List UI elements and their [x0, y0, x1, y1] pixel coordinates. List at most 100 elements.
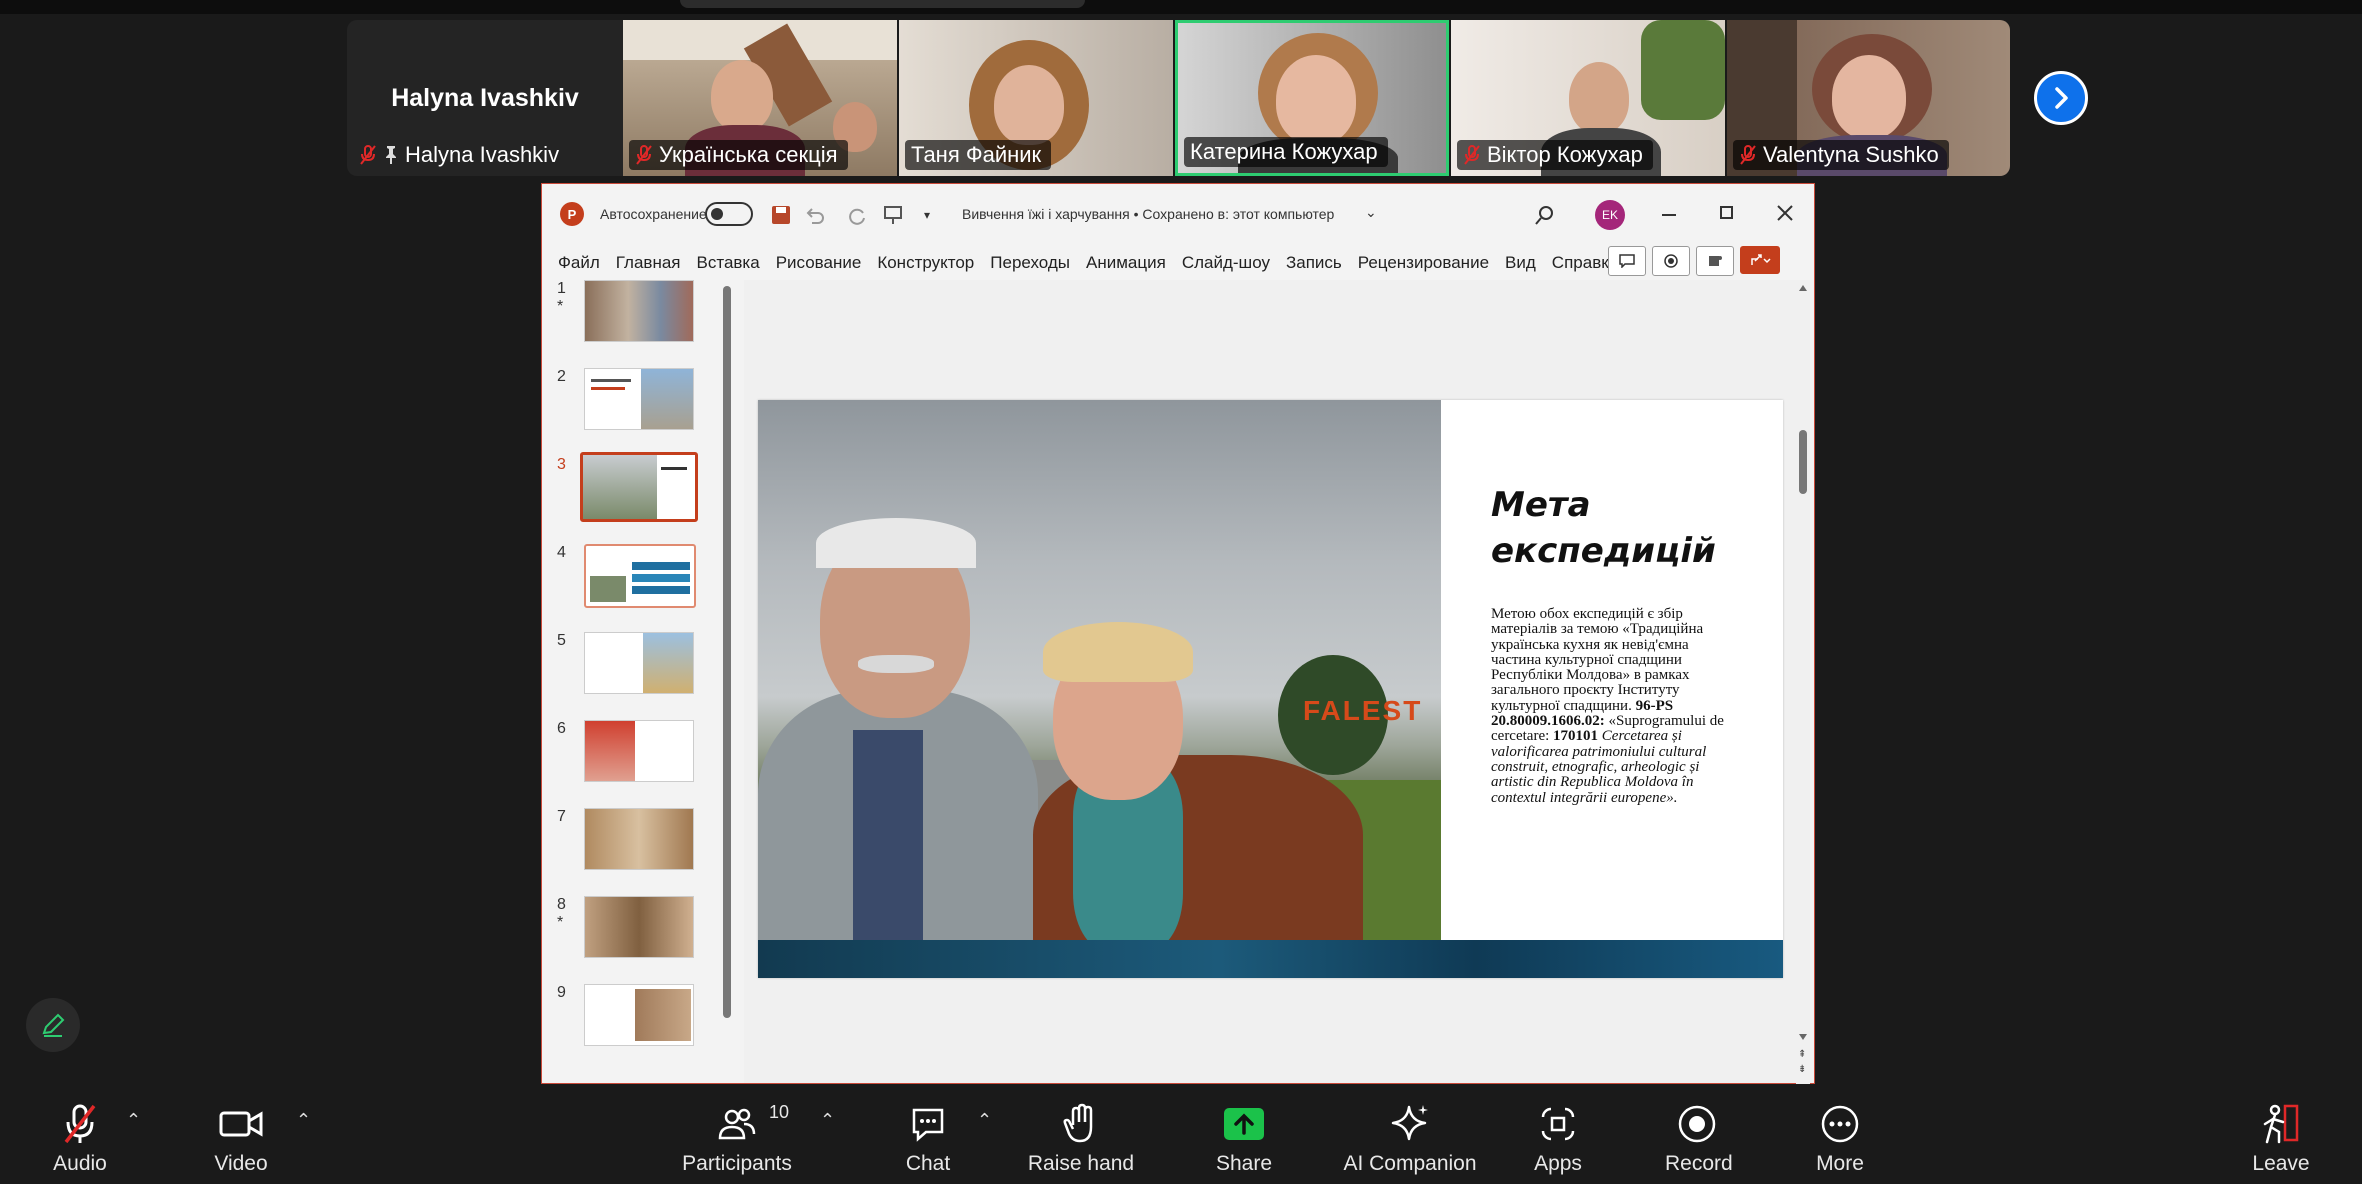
share-doc-button[interactable] [1740, 246, 1780, 274]
participants-button[interactable]: 10 Participants [677, 1102, 797, 1176]
tab-transitions[interactable]: Переходы [990, 253, 1070, 273]
prev-slide-icon[interactable]: ⇞ [1798, 1050, 1806, 1060]
apps-button[interactable]: Apps [1528, 1102, 1588, 1176]
chat-options-chevron-up-icon[interactable]: ⌃ [977, 1110, 992, 1131]
participant-tile[interactable]: Valentyna Sushko [1727, 20, 2010, 176]
ribbon-tabs: Файл Главная Вставка Рисование Конструкт… [542, 246, 1814, 280]
slide-thumbnail-image [584, 808, 694, 870]
participants-options-chevron-up-icon[interactable]: ⌃ [820, 1110, 835, 1131]
participants-icon [718, 1108, 756, 1140]
minimize-icon[interactable] [1662, 214, 1676, 216]
mic-muted-icon [1464, 145, 1480, 165]
slide-body-text: Метою обох експедицій є збір матеріалів … [1491, 606, 1731, 806]
slide-thumbnail[interactable]: 1 * [542, 280, 742, 360]
top-handle[interactable] [680, 0, 1085, 8]
tab-review[interactable]: Рецензирование [1358, 253, 1489, 273]
more-options-icon [1821, 1105, 1859, 1143]
video-options-chevron-up-icon[interactable]: ⌃ [296, 1110, 311, 1131]
participant-label: Halyna Ivashkiv [353, 140, 569, 170]
maximize-icon[interactable] [1720, 206, 1733, 219]
raise-hand-label: Raise hand [1027, 1152, 1135, 1175]
participants-label: Participants [682, 1152, 792, 1175]
present-icon[interactable] [882, 204, 904, 226]
document-title[interactable]: Вивчення їжі і харчування • Сохранено в:… [962, 206, 1334, 222]
next-slide-icon[interactable]: ⇟ [1798, 1065, 1806, 1075]
comments-button[interactable] [1608, 246, 1646, 276]
slide-thumbnail[interactable]: 9 [542, 984, 742, 1064]
scrollbar-thumb[interactable] [1799, 430, 1807, 494]
participant-tile[interactable]: Українська секція [623, 20, 897, 176]
search-icon[interactable] [1534, 204, 1556, 226]
pencil-icon [42, 1013, 65, 1037]
audio-button[interactable]: Audio [50, 1102, 110, 1176]
mic-muted-icon [64, 1104, 96, 1144]
tab-draw[interactable]: Рисование [776, 253, 862, 273]
slide-number: 9 [557, 984, 566, 1001]
ai-companion-button[interactable]: AI Companion [1340, 1102, 1480, 1176]
annotate-button[interactable] [26, 998, 80, 1052]
tab-slideshow[interactable]: Слайд-шоу [1182, 253, 1270, 273]
slide-thumbnail[interactable]: 5 [542, 632, 742, 712]
slide-title-line: експедицій [1491, 531, 1716, 571]
slide-thumbnail[interactable]: 7 [542, 808, 742, 888]
video-button[interactable]: Video [211, 1102, 271, 1176]
apps-label: Apps [1534, 1152, 1582, 1175]
leave-button[interactable]: Leave [2250, 1102, 2312, 1176]
chat-button[interactable]: Chat [896, 1102, 960, 1176]
apps-icon [1541, 1107, 1575, 1141]
share-button[interactable]: Share [1207, 1102, 1281, 1176]
record-button[interactable] [1652, 246, 1690, 276]
participant-tile[interactable]: Віктор Кожухар [1451, 20, 1725, 176]
autosave-toggle[interactable] [705, 202, 753, 226]
participant-label: Катерина Кожухар [1184, 137, 1388, 167]
participant-face [711, 60, 773, 132]
avatar[interactable]: EK [1595, 200, 1625, 230]
video-background [1641, 20, 1725, 120]
thumb-bar [632, 562, 690, 570]
meeting-toolbar: Audio ⌃ Video ⌃ 10 Participants ⌃ Chat ⌃… [0, 1084, 2362, 1184]
teams-icon [1709, 256, 1722, 266]
save-icon[interactable] [770, 204, 792, 226]
undo-icon[interactable] [804, 204, 826, 226]
slide-thumbnail-selected[interactable]: 3 [542, 452, 742, 536]
tab-home[interactable]: Главная [616, 253, 681, 273]
customize-qat-icon[interactable]: ▾ [924, 208, 930, 222]
slide-thumbnail[interactable]: 4 [542, 544, 742, 624]
slide-thumbnail-image [580, 452, 698, 522]
redo-icon[interactable] [846, 204, 868, 226]
chevron-down-icon[interactable]: ⌄ [1365, 204, 1377, 221]
tab-record[interactable]: Запись [1286, 253, 1342, 273]
close-icon[interactable] [1776, 204, 1794, 222]
participant-tile[interactable]: Halyna Ivashkiv Halyna Ivashkiv [347, 20, 623, 176]
slide-thumbnail[interactable]: 6 [542, 720, 742, 800]
participant-tile-active[interactable]: Катерина Кожухар [1175, 20, 1449, 176]
slide-footer-band [758, 940, 1783, 978]
thumbnail-scrollbar[interactable] [723, 286, 731, 1018]
leave-icon [2263, 1104, 2299, 1144]
next-page-button[interactable] [2034, 71, 2088, 125]
participant-label: Valentyna Sushko [1733, 140, 1949, 170]
scroll-down-icon[interactable] [1799, 1034, 1807, 1040]
tab-file[interactable]: Файл [558, 253, 600, 273]
more-button[interactable]: More [1810, 1102, 1870, 1176]
record-icon [1664, 254, 1678, 268]
record-meeting-button[interactable]: Record [1665, 1102, 1733, 1176]
thumb-bar [632, 574, 690, 582]
scroll-up-icon[interactable] [1799, 285, 1807, 291]
tab-insert[interactable]: Вставка [697, 253, 760, 273]
active-speaker-name: Halyna Ivashkiv [391, 84, 579, 112]
audio-options-chevron-up-icon[interactable]: ⌃ [126, 1110, 141, 1131]
editor-scrollbar[interactable]: ⇞ ⇟ [1796, 280, 1810, 1085]
body-code: 170101 [1553, 728, 1599, 745]
tab-design[interactable]: Конструктор [877, 253, 974, 273]
audio-label: Audio [53, 1152, 107, 1175]
raise-hand-button[interactable]: Raise hand [1026, 1102, 1136, 1176]
slide-editor-canvas: FALEST Мета експедицій Метою обох експед… [744, 280, 1810, 1085]
teams-present-button[interactable] [1696, 246, 1734, 276]
tab-animations[interactable]: Анимация [1086, 253, 1166, 273]
slide-thumbnail[interactable]: 2 [542, 368, 742, 448]
slide-thumbnail[interactable]: 8 * [542, 896, 742, 976]
slide-star: * [557, 298, 564, 315]
tab-view[interactable]: Вид [1505, 253, 1536, 273]
participant-tile[interactable]: Таня Файник [899, 20, 1173, 176]
